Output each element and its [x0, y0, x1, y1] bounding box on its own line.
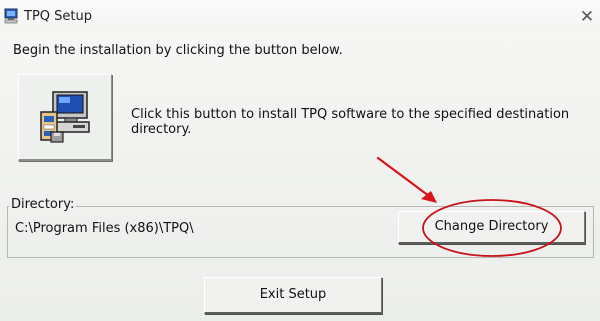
install-description: Click this button to install TPQ softwar… — [131, 107, 570, 137]
setup-app-icon — [4, 8, 18, 24]
change-directory-button[interactable]: Change Directory — [398, 211, 585, 244]
setup-window: TPQ Setup ✕ Begin the installation by cl… — [0, 0, 600, 321]
computer-setup-icon — [40, 91, 90, 143]
exit-setup-button[interactable]: Exit Setup — [204, 277, 382, 314]
intro-text: Begin the installation by clicking the b… — [13, 43, 343, 58]
install-button[interactable] — [18, 74, 112, 161]
window-title: TPQ Setup — [24, 9, 92, 24]
title-bar[interactable]: TPQ Setup ✕ — [0, 0, 600, 33]
annotation-arrow — [376, 156, 437, 203]
directory-legend: Directory: — [9, 197, 77, 212]
directory-path: C:\Program Files (x86)\TPQ\ — [15, 221, 194, 236]
close-button[interactable]: ✕ — [578, 8, 596, 26]
